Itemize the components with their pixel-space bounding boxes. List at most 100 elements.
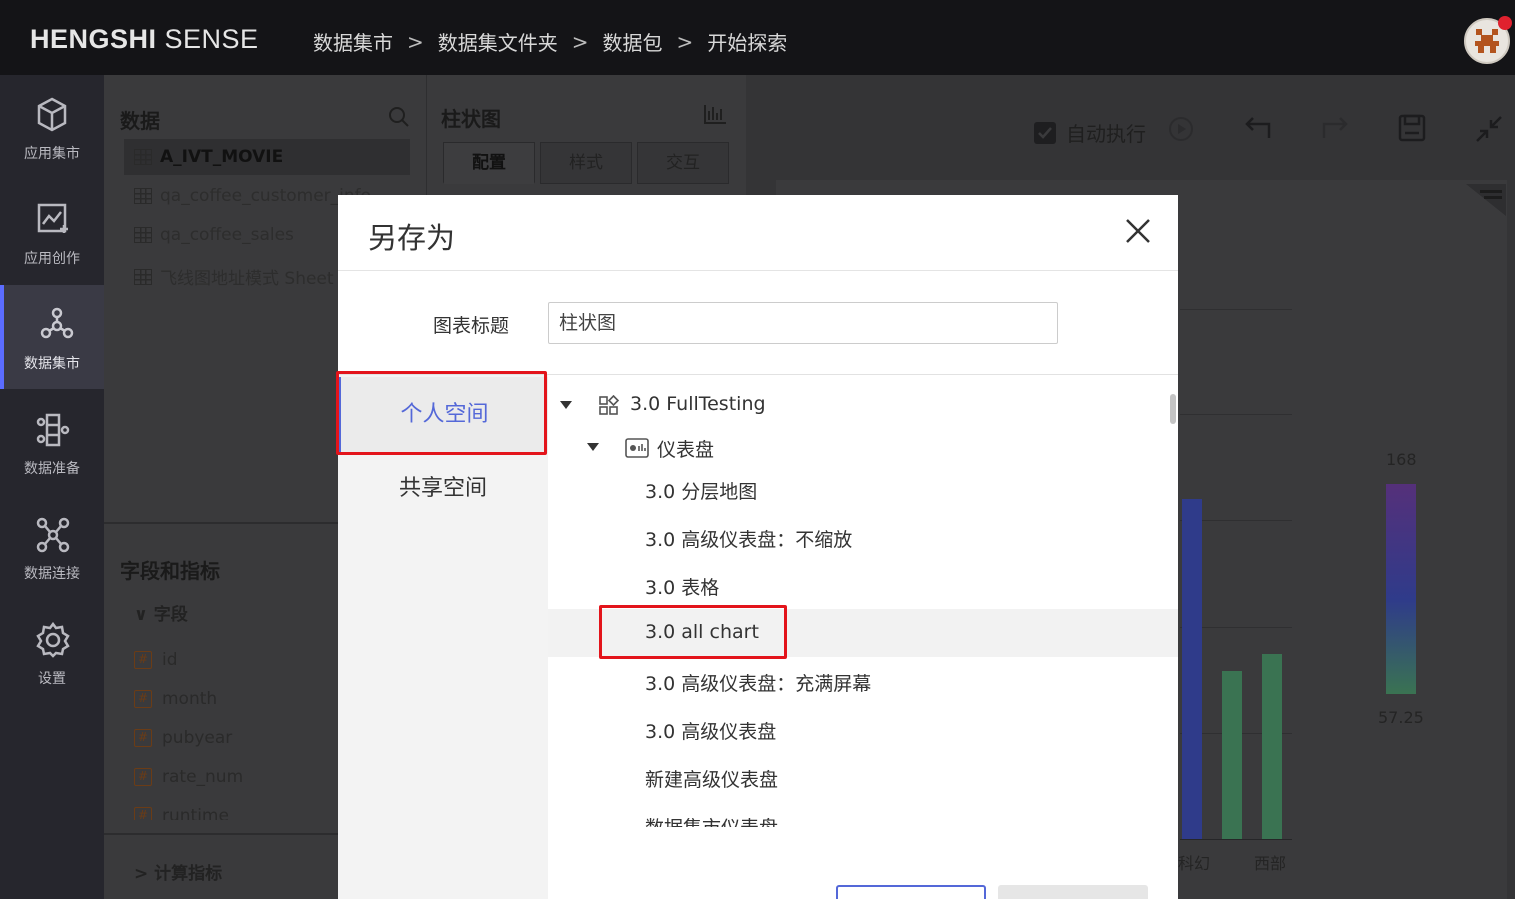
breadcrumb: 数据集市 > 数据集文件夹 > 数据包 > 开始探索 <box>313 27 787 56</box>
dialog-header: 另存为 <box>338 195 1178 271</box>
dashboard-icon <box>625 438 649 458</box>
nav-label: 数据准备 <box>24 461 80 477</box>
data-panel-title: 数据 <box>120 109 160 133</box>
chart-title-label: 图表标题 <box>433 315 510 337</box>
tree-node-label: 数据集市仪表盘 <box>645 813 778 827</box>
field-item[interactable]: # id <box>134 650 178 670</box>
tree-node[interactable]: 3.0 表格 <box>548 561 1178 609</box>
tree-node-selected[interactable]: 3.0 all chart <box>548 609 1178 657</box>
tree-node-label: 3.0 FullTesting <box>630 393 766 415</box>
chart-x-axis <box>1180 839 1292 840</box>
tree-node[interactable]: 新建高级仪表盘 <box>548 753 1178 801</box>
breadcrumb-item[interactable]: 数据集文件夹 <box>438 27 558 56</box>
field-label: runtime <box>162 806 229 820</box>
space-shared[interactable]: 共享空间 <box>338 451 548 527</box>
chart-bar[interactable] <box>1182 499 1202 839</box>
play-icon[interactable] <box>1168 116 1194 142</box>
nav-data-prep[interactable]: 数据准备 <box>0 390 104 494</box>
breadcrumb-item[interactable]: 数据包 <box>603 27 663 56</box>
dataset-item-selected[interactable]: A_IVT_MOVIE <box>124 139 410 175</box>
number-type-icon: # <box>134 768 152 786</box>
nav-data-connect[interactable]: 数据连接 <box>0 495 104 599</box>
user-avatar[interactable] <box>1464 16 1512 64</box>
legend-max-label: 168 <box>1386 450 1417 469</box>
fold-corner-icon[interactable] <box>1466 184 1506 216</box>
confirm-button[interactable] <box>836 885 986 899</box>
tab-interaction[interactable]: 交互 <box>637 142 729 184</box>
panel-divider <box>104 833 344 835</box>
auto-run-toggle[interactable]: 自动执行 <box>1034 118 1146 147</box>
field-label: month <box>162 689 218 709</box>
close-icon[interactable] <box>1124 217 1152 245</box>
breadcrumb-separator: > <box>676 29 694 54</box>
auto-run-label: 自动执行 <box>1066 122 1146 146</box>
chart-bar[interactable] <box>1262 654 1282 839</box>
folder-tree: 3.0 FullTesting 仪表盘 3.0 分层地图 3.0 高级仪表盘：不… <box>548 375 1178 827</box>
breadcrumb-item-current: 开始探索 <box>707 31 788 55</box>
tree-node-label: 3.0 all chart <box>645 621 759 643</box>
tree-node[interactable]: 3.0 高级仪表盘 <box>548 705 1178 753</box>
space-personal[interactable]: 个人空间 <box>338 377 548 453</box>
cancel-button[interactable] <box>998 885 1148 899</box>
metrics-group-toggle[interactable]: > 计算指标 <box>134 859 222 884</box>
dataset-item[interactable]: 飞线图地址模式 Sheet <box>134 264 334 289</box>
breadcrumb-item[interactable]: 数据集市 <box>313 27 393 56</box>
breadcrumb-separator: > <box>407 29 424 54</box>
tree-node[interactable]: 3.0 高级仪表盘：不缩放 <box>548 513 1178 561</box>
nav-app-market[interactable]: 应用集市 <box>0 75 104 179</box>
brand-logo[interactable]: HENGSHI SENSE <box>30 24 259 55</box>
field-label: rate_num <box>162 767 244 787</box>
nav-label: 应用集市 <box>24 146 80 162</box>
chart-gridline <box>1180 309 1292 310</box>
tree-scrollbar[interactable] <box>1170 394 1176 424</box>
expand-caret-icon[interactable] <box>587 443 599 451</box>
fields-group-label: 字段 <box>153 605 188 625</box>
tree-node[interactable]: 数据集市仪表盘 <box>548 801 1178 827</box>
dataset-item[interactable]: qa_coffee_sales <box>134 225 294 245</box>
fields-title: 字段和指标 <box>120 559 220 583</box>
nav-label: 设置 <box>38 671 66 687</box>
gear-icon <box>36 622 70 658</box>
table-icon <box>134 268 152 285</box>
tree-node[interactable]: 仪表盘 <box>548 423 1178 471</box>
check-icon <box>1038 126 1052 139</box>
tree-node-label: 3.0 高级仪表盘：不缩放 <box>645 529 853 551</box>
dataset-label: 飞线图地址模式 Sheet <box>160 269 334 289</box>
table-icon <box>134 227 152 243</box>
dataset-item[interactable]: qa_coffee_customer_info <box>134 186 371 206</box>
field-item[interactable]: # rate_num <box>134 767 243 787</box>
chart-title-input[interactable]: 柱状图 <box>548 302 1058 344</box>
field-item[interactable]: # month <box>134 689 217 709</box>
collapse-icon[interactable] <box>1474 114 1504 144</box>
tree-node[interactable]: 3.0 FullTesting <box>548 381 1178 429</box>
tree-node[interactable]: 3.0 高级仪表盘：充满屏幕 <box>548 657 1178 705</box>
fields-group-toggle[interactable]: ∨ 字段 <box>134 600 188 625</box>
field-item[interactable]: # runtime <box>134 806 229 820</box>
nav-app-create[interactable]: 应用创作 <box>0 180 104 284</box>
tab-config[interactable]: 配置 <box>443 142 535 184</box>
tree-node-label: 新建高级仪表盘 <box>645 769 779 791</box>
dialog-title: 另存为 <box>368 221 456 255</box>
save-icon[interactable] <box>1398 114 1426 142</box>
x-tick-label: 西部 <box>1254 854 1287 873</box>
data-prep-icon <box>36 413 70 447</box>
auto-run-checkbox[interactable] <box>1034 121 1056 144</box>
folder-grid-icon <box>599 395 620 415</box>
chart-bar[interactable] <box>1222 671 1242 839</box>
expand-caret-icon[interactable] <box>560 401 572 409</box>
field-item[interactable]: # pubyear <box>134 728 232 748</box>
color-legend-gradient[interactable] <box>1386 484 1416 694</box>
tab-style[interactable]: 样式 <box>540 142 632 184</box>
nav-label: 数据连接 <box>24 566 80 582</box>
search-icon[interactable] <box>388 106 410 128</box>
undo-icon[interactable] <box>1243 114 1273 142</box>
redo-icon[interactable] <box>1320 114 1350 142</box>
nav-settings[interactable]: 设置 <box>0 600 104 704</box>
x-tick-label: 科幻 <box>1178 854 1211 873</box>
bar-chart-icon[interactable] <box>703 103 727 125</box>
tree-node[interactable]: 3.0 分层地图 <box>548 465 1178 513</box>
molecule-icon <box>40 307 74 339</box>
breadcrumb-separator: > <box>571 29 589 54</box>
notification-dot <box>1498 16 1512 30</box>
nav-data-market[interactable]: 数据集市 <box>0 285 104 389</box>
